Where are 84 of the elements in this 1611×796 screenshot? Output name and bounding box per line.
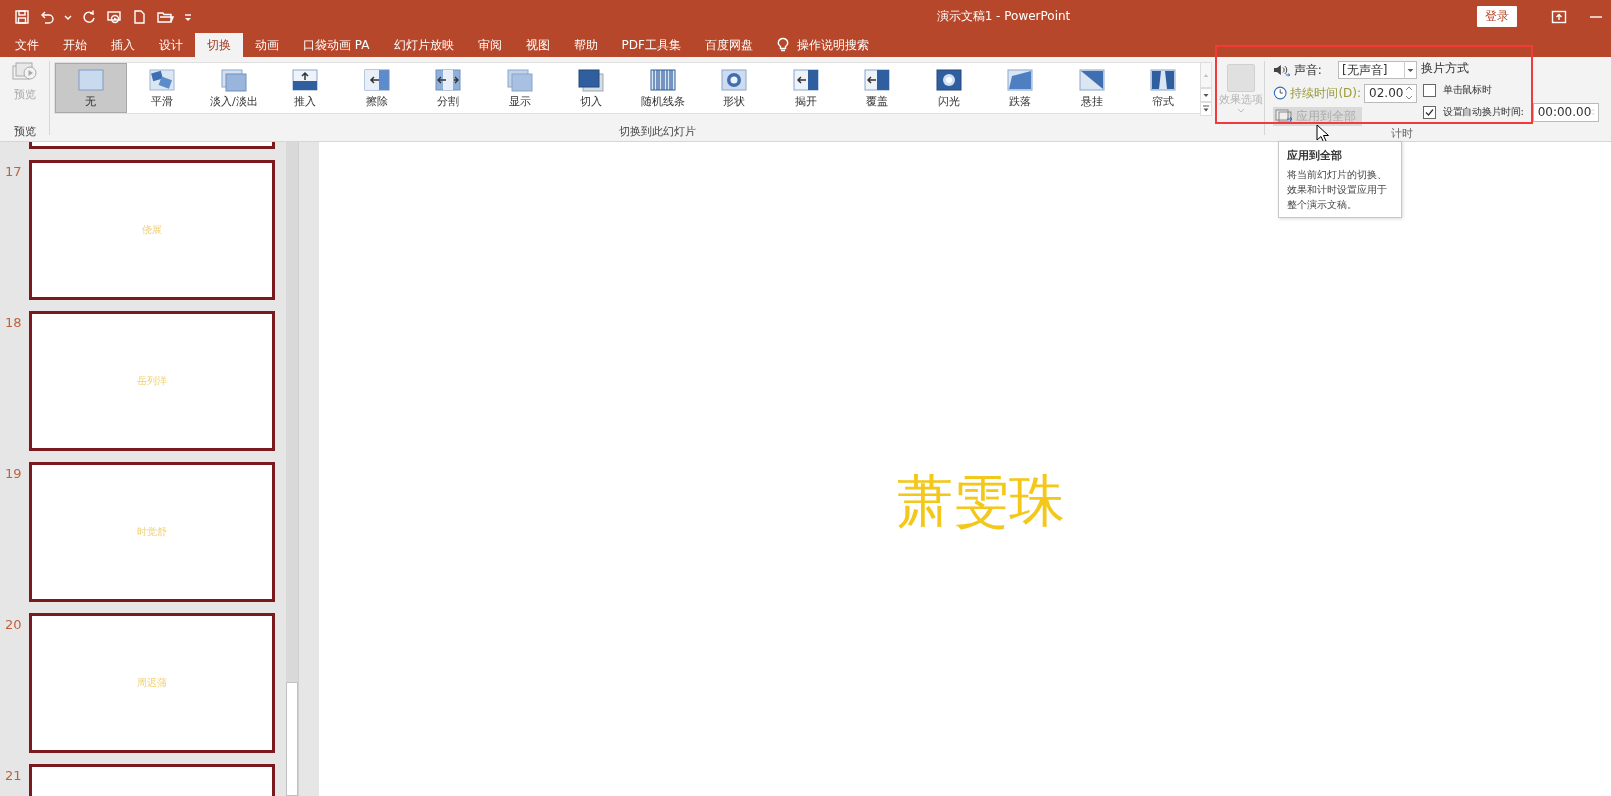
- speaker-icon: [1273, 63, 1291, 77]
- transition-icon[interactable]: [148, 67, 177, 92]
- ribbon-tab[interactable]: 幻灯片放映: [381, 33, 466, 57]
- ribbon-tab[interactable]: 切换: [195, 33, 243, 57]
- group-label: 预览: [13, 124, 36, 140]
- transition-option[interactable]: 帘式: [1127, 63, 1199, 113]
- save-icon[interactable]: [14, 8, 30, 25]
- transition-icon[interactable]: [434, 67, 463, 92]
- transition-option[interactable]: 擦除: [341, 63, 413, 113]
- section-title: 换片方式: [1421, 60, 1470, 77]
- slide-number: 20: [4, 616, 23, 634]
- ribbon-tab[interactable]: 百度网盘: [692, 33, 765, 57]
- slide-number: 17: [4, 163, 23, 181]
- transition-option[interactable]: 随机线条: [627, 63, 699, 113]
- tooltip-text: 将当前幻灯片的切换、效果和计时设置应用于整个演示文稿。: [1287, 168, 1388, 212]
- checkbox[interactable]: [1423, 83, 1436, 97]
- transition-icon[interactable]: [1077, 67, 1106, 92]
- ribbon-display-icon[interactable]: [1551, 9, 1567, 24]
- redo-icon[interactable]: [81, 8, 97, 25]
- ribbon-tab[interactable]: 帮助: [561, 33, 610, 57]
- slide-number: 18: [4, 314, 23, 332]
- checkbox-label: 设置自动换片时间:: [1443, 105, 1524, 119]
- sign-in-button[interactable]: 登录: [1477, 6, 1517, 27]
- transition-option[interactable]: 覆盖: [841, 63, 913, 113]
- spinner-arrows-icon: [1404, 84, 1414, 102]
- transition-option[interactable]: 淡入/淡出: [198, 63, 270, 113]
- slide-number: 21: [4, 767, 23, 785]
- ribbon-tab[interactable]: 文件: [3, 33, 51, 57]
- slideshow-icon[interactable]: [106, 8, 122, 25]
- ribbon-tab[interactable]: 口袋动画 PA: [291, 33, 382, 57]
- transition-option[interactable]: 平滑: [126, 63, 198, 113]
- ribbon-tab[interactable]: 视图: [513, 33, 562, 57]
- duration-field[interactable]: 02.00: [1364, 83, 1417, 103]
- slide-text: 岳列洋: [137, 374, 167, 388]
- apply-all-icon: [1275, 109, 1293, 123]
- caret-icon: [1237, 108, 1245, 114]
- ribbon-tab[interactable]: 动画: [243, 33, 291, 57]
- lightbulb-icon[interactable]: [776, 37, 789, 53]
- transition-option[interactable]: 闪光: [913, 63, 985, 113]
- ribbon-tab[interactable]: 设计: [147, 33, 195, 57]
- checkbox-label: 单击鼠标时: [1443, 83, 1492, 97]
- scrollbar-thumb[interactable]: [286, 682, 298, 796]
- transition-option[interactable]: 跌落: [984, 63, 1056, 113]
- transition-icon[interactable]: [720, 67, 749, 92]
- transition-option[interactable]: 悬挂: [1056, 63, 1128, 113]
- transition-option[interactable]: 分割: [412, 63, 484, 113]
- transition-icon[interactable]: [362, 67, 391, 92]
- sound-dropdown[interactable]: [无声音]: [1338, 61, 1417, 79]
- transition-option[interactable]: 无: [55, 63, 127, 113]
- transition-icon[interactable]: [577, 67, 606, 92]
- transition-icon[interactable]: [934, 67, 963, 92]
- ribbon-tab[interactable]: 审阅: [465, 33, 514, 57]
- duration-label: 持续时间(D):: [1290, 84, 1362, 102]
- window-title: 演示文稿1 - PowerPoint: [935, 8, 1072, 25]
- ribbon-tab[interactable]: 插入: [99, 33, 147, 57]
- group-label: 计时: [1391, 126, 1413, 141]
- time-field[interactable]: 00:00.00: [1532, 102, 1599, 122]
- more-icon[interactable]: [1200, 102, 1212, 116]
- transition-option[interactable]: 揭开: [770, 63, 842, 113]
- transition-icon[interactable]: [863, 67, 892, 92]
- slide-text: 周迟蒲: [137, 676, 167, 690]
- slide-title: 萧雯珠: [897, 467, 1065, 535]
- caret-icon: [1404, 61, 1416, 79]
- slide-number: 19: [4, 465, 23, 483]
- ribbon-tab[interactable]: PDF工具集: [609, 33, 693, 57]
- transition-option[interactable]: 形状: [698, 63, 770, 113]
- slide-text: 侥展: [142, 223, 162, 237]
- scroll-down-icon[interactable]: [1200, 88, 1212, 102]
- checkmark-icon: [1424, 106, 1435, 118]
- transition-option[interactable]: 切入: [555, 63, 627, 113]
- transition-icon[interactable]: [791, 67, 820, 92]
- transition-option[interactable]: 推入: [269, 63, 341, 113]
- search-field[interactable]: 操作说明搜索: [796, 36, 869, 54]
- slide-text: 时觉舒: [137, 525, 167, 539]
- clock-icon: [1273, 85, 1288, 101]
- group-label: 切换到此幻灯片: [618, 124, 696, 140]
- sound-label: 声音:: [1293, 61, 1323, 79]
- new-document-icon[interactable]: [131, 8, 147, 25]
- checkbox[interactable]: [1423, 105, 1436, 119]
- transition-option[interactable]: 显示: [484, 63, 556, 113]
- transition-icon[interactable]: [291, 67, 320, 92]
- ribbon-tab[interactable]: 开始: [51, 33, 99, 57]
- transition-icon[interactable]: [1149, 67, 1178, 92]
- tooltip-title: 应用到全部: [1287, 148, 1343, 163]
